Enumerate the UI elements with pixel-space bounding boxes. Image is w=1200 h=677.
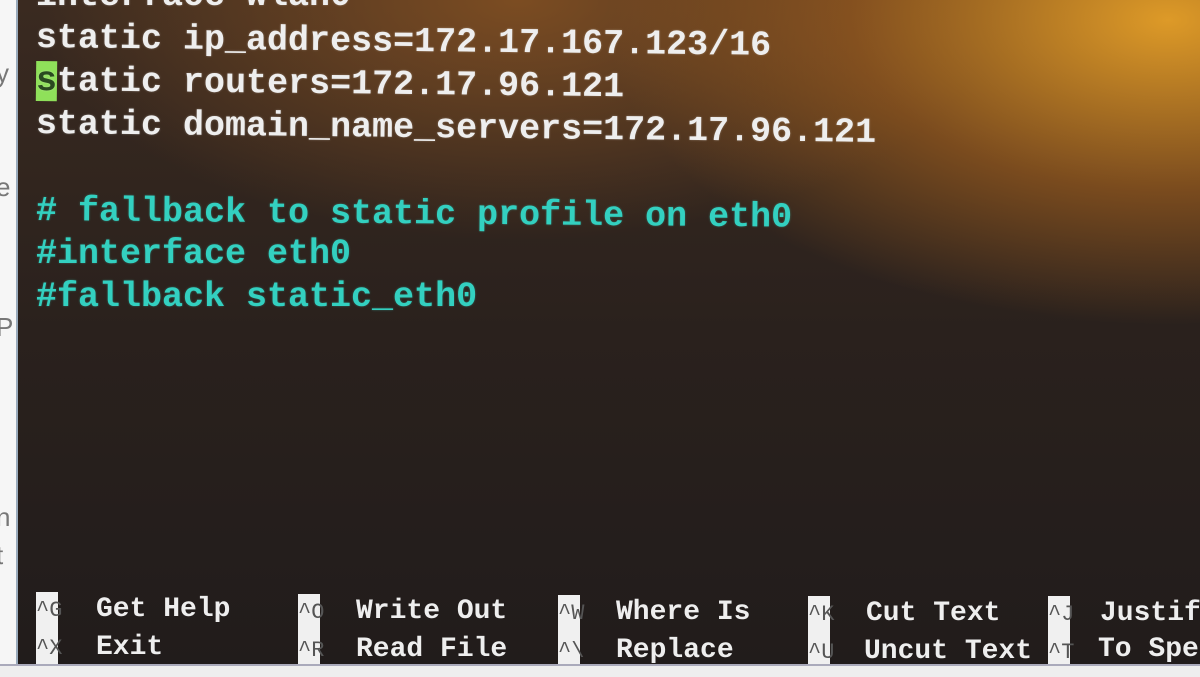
background-window-edge: y e P n t — [0, 0, 16, 675]
editor-line: interface wlan0 — [36, 0, 351, 16]
shortcut-key: ^X — [36, 630, 62, 668]
shortcut-label: Exit — [96, 632, 164, 663]
shortcut-key: ^J — [1048, 596, 1074, 634]
editor-line-comment: #fallback static_eth0 — [36, 277, 478, 317]
edge-glyph: e — [0, 172, 11, 202]
terminal-nano-editor[interactable]: interface wlan0 static ip_address=172.17… — [16, 0, 1200, 672]
shortcut-label: Read File — [356, 634, 508, 665]
shortcut-label: Justif — [1100, 598, 1200, 629]
shortcut-key: ^O — [298, 594, 324, 632]
editor-line: static routers=172.17.96.121 — [35, 61, 625, 108]
shortcut-label: Where Is — [616, 597, 751, 628]
editor-line-comment: #interface eth0 — [36, 234, 352, 274]
editor-line: static domain_name_servers=172.17.96.121 — [35, 104, 877, 153]
text-cursor: s — [35, 61, 58, 102]
shortcut-label: Uncut Text — [864, 636, 1033, 667]
screen-bottom-bezel — [0, 664, 1200, 677]
shortcut-key: ^W — [558, 595, 584, 633]
edge-glyph: P — [0, 312, 14, 342]
edge-glyph: y — [0, 58, 9, 88]
line-text: tatic routers=172.17.96.121 — [56, 61, 625, 108]
edge-glyph: t — [0, 540, 3, 571]
shortcut-label: Replace — [616, 635, 734, 666]
editor-line-comment: # fallback to static profile on eth0 — [35, 191, 793, 238]
shortcut-label: Cut Text — [866, 598, 1001, 629]
editor-line: static ip_address=172.17.167.123/16 — [35, 18, 772, 66]
shortcut-key: ^K — [808, 596, 834, 634]
shortcut-label: Get Help — [96, 594, 231, 625]
shortcut-label: Write Out — [356, 596, 508, 627]
edge-glyph: n — [0, 502, 11, 532]
shortcut-key: ^G — [36, 592, 62, 630]
shortcut-label: To Spe. — [1098, 634, 1200, 665]
